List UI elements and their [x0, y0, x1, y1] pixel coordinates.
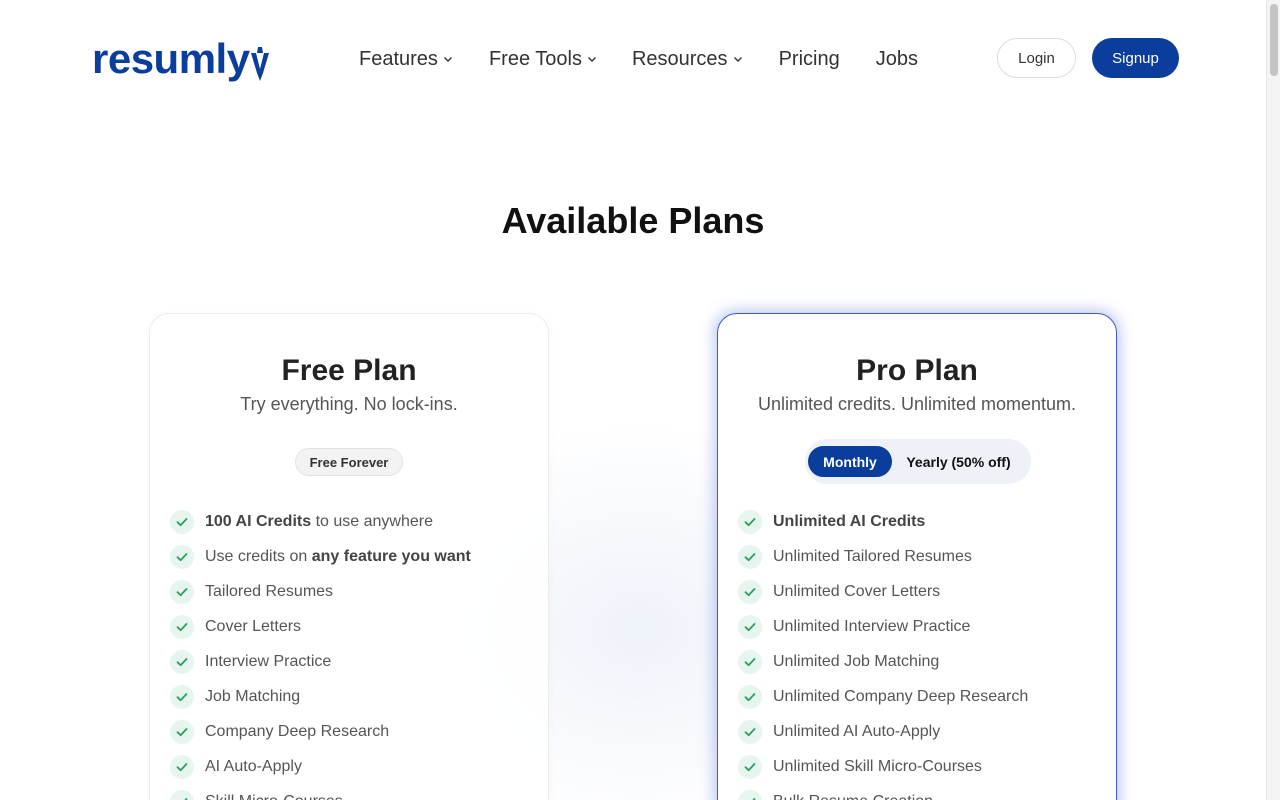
nav-free-tools[interactable]: Free Tools [489, 44, 597, 74]
nav-jobs-label: Jobs [875, 47, 918, 70]
nav-free-tools-label: Free Tools [488, 47, 582, 70]
feature-text: 100 AI Credits to use anywhere [205, 512, 433, 530]
check-icon [170, 754, 194, 779]
feature-text: Company Deep Research [205, 722, 390, 740]
pro-plan-subtitle: Unlimited credits. Unlimited momentum. [757, 394, 1077, 414]
feature-item: Bulk Resume Creation [738, 784, 1028, 800]
feature-text: AI Auto-Apply [205, 757, 302, 775]
check-icon [170, 684, 194, 709]
pro-plan-card: Pro Plan Unlimited credits. Unlimited mo… [717, 313, 1117, 800]
nav-resources[interactable]: Resources [632, 44, 743, 74]
free-forever-badge: Free Forever [295, 448, 403, 476]
site-header: resumly Features Free Tools Resources Pr… [0, 0, 1266, 116]
feature-text: Tailored Resumes [205, 582, 334, 600]
logo-text: resumly [92, 35, 250, 82]
check-icon [738, 614, 762, 639]
chevron-down-icon [443, 57, 452, 62]
feature-text: Unlimited AI Credits [773, 512, 926, 530]
feature-text: Bulk Resume Creation [773, 793, 933, 800]
check-icon [170, 614, 194, 639]
logo[interactable]: resumly [92, 34, 272, 82]
feature-item: Unlimited AI Auto-Apply [738, 714, 1028, 749]
feature-item: Unlimited Company Deep Research [738, 679, 1028, 714]
check-icon [170, 649, 194, 674]
feature-text: Unlimited Tailored Resumes [773, 547, 972, 565]
feature-item: Job Matching [170, 679, 471, 714]
feature-text: Job Matching [205, 687, 301, 705]
check-icon [170, 544, 194, 569]
feature-item: 100 AI Credits to use anywhere [170, 504, 471, 539]
page-scrollbar[interactable] [1266, 0, 1280, 800]
login-button[interactable]: Login [997, 38, 1076, 78]
free-plan-feature-list: 100 AI Credits to use anywhere Use credit… [170, 504, 471, 800]
pro-plan-title: Pro Plan [856, 354, 978, 387]
nav-features-label: Features [359, 47, 438, 70]
feature-item: Unlimited Cover Letters [738, 574, 1028, 609]
feature-text: Unlimited Job Matching [773, 652, 940, 670]
feature-text: Unlimited Interview Practice [773, 617, 971, 635]
logo-tie-icon [250, 47, 269, 81]
check-icon [738, 684, 762, 709]
feature-item: Unlimited Interview Practice [738, 609, 1028, 644]
nav-features[interactable]: Features [359, 44, 453, 74]
check-icon [170, 789, 194, 800]
free-plan-title: Free Plan [281, 354, 417, 387]
check-icon [738, 754, 762, 779]
feature-text: Unlimited Skill Micro-Courses [773, 757, 982, 775]
feature-item: Tailored Resumes [170, 574, 471, 609]
check-icon [738, 789, 762, 800]
page-title: Available Plans [501, 200, 765, 241]
billing-yearly-option[interactable]: Yearly (50% off) [901, 446, 1016, 477]
feature-item: Unlimited Tailored Resumes [738, 539, 1028, 574]
feature-item: Interview Practice [170, 644, 471, 679]
feature-text: Use credits on any feature you want [205, 547, 471, 565]
nav-jobs[interactable]: Jobs [876, 44, 918, 74]
feature-item: Unlimited Skill Micro-Courses [738, 749, 1028, 784]
signup-button[interactable]: Signup [1092, 38, 1179, 78]
check-icon [738, 649, 762, 674]
feature-text: Interview Practice [205, 652, 332, 670]
check-icon [170, 719, 194, 744]
feature-text: Unlimited Company Deep Research [773, 687, 1029, 705]
free-plan-card: Free Plan Try everything. No lock-ins. F… [149, 313, 549, 800]
check-icon [738, 579, 762, 604]
free-plan-subtitle: Try everything. No lock-ins. [240, 394, 458, 414]
feature-item: Cover Letters [170, 609, 471, 644]
pro-plan-feature-list: Unlimited AI Credits Unlimited Tailored R… [738, 504, 1028, 800]
feature-item: AI Auto-Apply [170, 749, 471, 784]
feature-item: Unlimited Job Matching [738, 644, 1028, 679]
check-icon [738, 509, 762, 534]
feature-item: Skill Micro-Courses [170, 784, 471, 800]
check-icon [170, 579, 194, 604]
feature-text: Skill Micro-Courses [205, 793, 343, 800]
feature-text: Unlimited Cover Letters [773, 582, 941, 600]
feature-item: Use credits on any feature you want [170, 539, 471, 574]
feature-item: Unlimited AI Credits [738, 504, 1028, 539]
feature-text: Cover Letters [205, 617, 302, 635]
scrollbar-thumb[interactable] [1270, 4, 1278, 76]
nav-resources-label: Resources [631, 47, 728, 70]
main-nav: Features Free Tools Resources Pricing Jo… [359, 44, 918, 74]
chevron-down-icon [733, 57, 742, 62]
billing-toggle: Monthly Yearly (50% off) [805, 439, 1031, 484]
nav-pricing[interactable]: Pricing [779, 44, 840, 74]
nav-pricing-label: Pricing [778, 47, 840, 70]
chevron-down-icon [587, 57, 596, 62]
check-icon [170, 509, 194, 534]
check-icon [738, 544, 762, 569]
billing-monthly-option[interactable]: Monthly [808, 446, 892, 477]
feature-text: Unlimited AI Auto-Apply [773, 722, 941, 740]
feature-item: Company Deep Research [170, 714, 471, 749]
check-icon [738, 719, 762, 744]
